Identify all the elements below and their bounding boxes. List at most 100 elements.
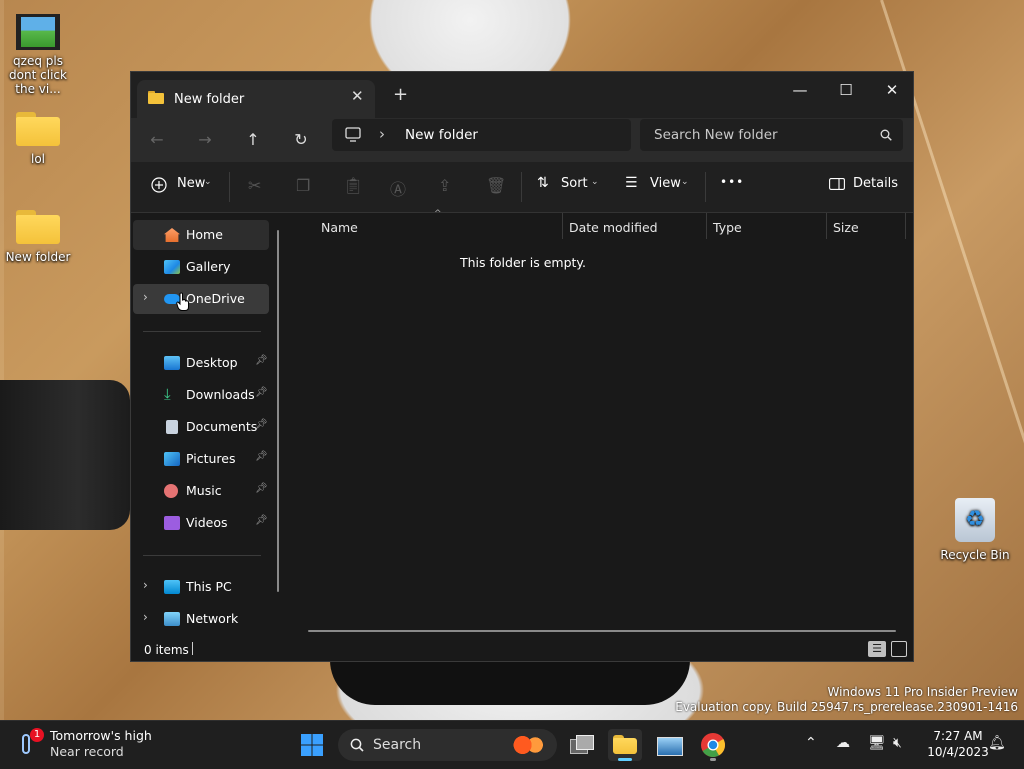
sidebar-item-music[interactable]: Music 📌︎ xyxy=(133,476,269,506)
new-tab-button[interactable]: + xyxy=(393,84,408,105)
sidebar-scrollbar[interactable] xyxy=(277,230,279,592)
chevron-right-icon[interactable]: › xyxy=(143,290,148,304)
folder-icon xyxy=(16,112,60,146)
document-icon xyxy=(166,420,178,434)
minimize-button[interactable]: — xyxy=(777,76,823,104)
sidebar-item-network[interactable]: › Network xyxy=(133,604,269,634)
taskbar-app[interactable] xyxy=(653,729,685,761)
network-tray-icon[interactable]: 🖥︎ xyxy=(868,735,886,751)
delete-icon[interactable]: 🗑︎ xyxy=(486,176,506,195)
notification-bell-icon[interactable]: 🔔︎ xyxy=(988,735,1006,751)
folder-icon xyxy=(16,210,60,244)
column-separator[interactable] xyxy=(706,213,707,239)
sidebar-item-label: Desktop xyxy=(186,355,238,370)
column-header-date-modified[interactable]: Date modified xyxy=(569,220,658,235)
column-header-size[interactable]: Size xyxy=(833,220,859,235)
computer-icon xyxy=(345,127,361,142)
sidebar-item-videos[interactable]: Videos 📌︎ xyxy=(133,508,269,538)
column-separator[interactable] xyxy=(826,213,827,239)
clock[interactable]: 7:27 AM 10/4/2023 xyxy=(920,728,996,760)
sort-ascending-icon: ^ xyxy=(434,209,442,219)
sidebar-item-label: Network xyxy=(186,611,239,626)
taskbar-search[interactable]: Search xyxy=(338,729,557,761)
desktop-icon-label: New folder xyxy=(5,250,71,264)
task-view-button[interactable] xyxy=(566,729,598,761)
chevron-down-icon: ⌄ xyxy=(591,177,599,187)
forward-button[interactable]: → xyxy=(191,126,219,154)
tab-new-folder[interactable]: New folder ✕ xyxy=(137,80,375,118)
weather-text[interactable]: Tomorrow's high Near record xyxy=(50,728,152,760)
sidebar-item-pictures[interactable]: Pictures 📌︎ xyxy=(133,444,269,474)
close-window-button[interactable]: ✕ xyxy=(869,76,915,104)
pin-icon: 📌︎ xyxy=(255,419,268,430)
back-button[interactable]: ← xyxy=(143,126,171,154)
chrome-icon xyxy=(701,733,726,758)
status-bar: 0 items ☰ xyxy=(131,639,913,661)
item-count: 0 items xyxy=(144,643,189,657)
wallpaper-dark-object xyxy=(0,380,130,530)
clock-date: 10/4/2023 xyxy=(927,745,989,759)
column-separator[interactable] xyxy=(905,213,906,239)
copy-icon[interactable]: ❐ xyxy=(296,176,310,195)
pin-icon: 📌︎ xyxy=(255,387,268,398)
paste-icon[interactable]: 📋︎ xyxy=(343,176,363,195)
onedrive-tray-icon[interactable]: ☁ xyxy=(836,735,850,751)
sidebar-item-this-pc[interactable]: › This PC xyxy=(133,572,269,602)
sidebar-item-downloads[interactable]: ⤓ Downloads 📌︎ xyxy=(133,380,269,410)
sidebar-item-label: Pictures xyxy=(186,451,236,466)
video-thumbnail-icon xyxy=(16,14,60,50)
thermometer-icon xyxy=(22,734,30,754)
share-icon[interactable]: ⇪ xyxy=(438,176,451,195)
desktop-icon-new-folder[interactable]: New folder xyxy=(0,210,76,264)
maximize-button[interactable]: ☐ xyxy=(823,76,869,104)
folder-icon xyxy=(148,91,164,104)
taskbar-search-label: Search xyxy=(373,737,422,753)
rename-icon[interactable]: Ⓐ xyxy=(390,176,406,200)
desktop-icon-video[interactable]: qzeq pls dont click the vi... xyxy=(0,14,76,96)
column-header-type[interactable]: Type xyxy=(713,220,742,235)
chevron-right-icon[interactable]: › xyxy=(143,578,148,592)
taskbar-chrome[interactable] xyxy=(697,729,729,761)
close-tab-icon[interactable]: ✕ xyxy=(351,87,364,105)
weather-title: Tomorrow's high xyxy=(50,728,152,743)
more-options-button[interactable]: ••• xyxy=(720,175,744,189)
taskbar-file-explorer[interactable] xyxy=(608,729,642,761)
watermark-line: Windows 11 Pro Insider Preview xyxy=(827,685,1018,699)
hand-cursor-icon xyxy=(176,292,189,311)
up-button[interactable]: ↑ xyxy=(239,126,267,154)
toolbar-separator xyxy=(229,172,230,202)
sidebar-divider xyxy=(143,331,261,332)
column-separator[interactable] xyxy=(562,213,563,239)
search-icon xyxy=(350,738,364,752)
sidebar-item-label: Documents xyxy=(186,419,258,434)
weather-widget[interactable]: 1 xyxy=(20,728,44,760)
sidebar-item-documents[interactable]: Documents 📌︎ xyxy=(133,412,269,442)
chevron-right-icon[interactable]: › xyxy=(143,610,148,624)
column-header-name[interactable]: Name xyxy=(321,220,358,235)
volume-muted-icon[interactable]: 🔇︎ xyxy=(893,735,902,751)
details-view-icon[interactable]: ☰ xyxy=(868,641,886,657)
plus-circle-icon xyxy=(151,177,167,193)
refresh-button[interactable]: ↻ xyxy=(287,126,315,154)
tab-title: New folder xyxy=(174,92,245,107)
sidebar-item-desktop[interactable]: Desktop 📌︎ xyxy=(133,348,269,378)
sidebar-item-home[interactable]: Home xyxy=(133,220,269,250)
clock-time: 7:27 AM xyxy=(933,729,983,743)
address-bar[interactable]: › New folder xyxy=(332,119,631,151)
tiles-view-icon[interactable] xyxy=(891,641,907,657)
cut-icon[interactable]: ✂ xyxy=(248,176,261,195)
pictures-icon xyxy=(164,452,180,466)
sidebar-item-label: Music xyxy=(186,483,222,498)
sidebar-item-onedrive[interactable]: › OneDrive xyxy=(133,284,269,314)
sidebar-item-gallery[interactable]: Gallery xyxy=(133,252,269,282)
toolbar-separator xyxy=(521,172,522,202)
desktop-icon-recycle-bin[interactable]: ♻ Recycle Bin xyxy=(937,498,1013,562)
start-button[interactable] xyxy=(296,729,328,761)
desktop-icon-lol[interactable]: lol xyxy=(0,112,76,166)
show-hidden-icons-chevron-up-icon[interactable]: ⌃ xyxy=(805,735,817,751)
computer-icon xyxy=(164,580,180,594)
breadcrumb-path[interactable]: New folder xyxy=(405,127,478,143)
horizontal-scrollbar[interactable] xyxy=(308,630,896,632)
desktop-icon-label: qzeq pls dont click the vi... xyxy=(9,54,67,96)
search-box[interactable]: Search New folder xyxy=(640,119,903,151)
